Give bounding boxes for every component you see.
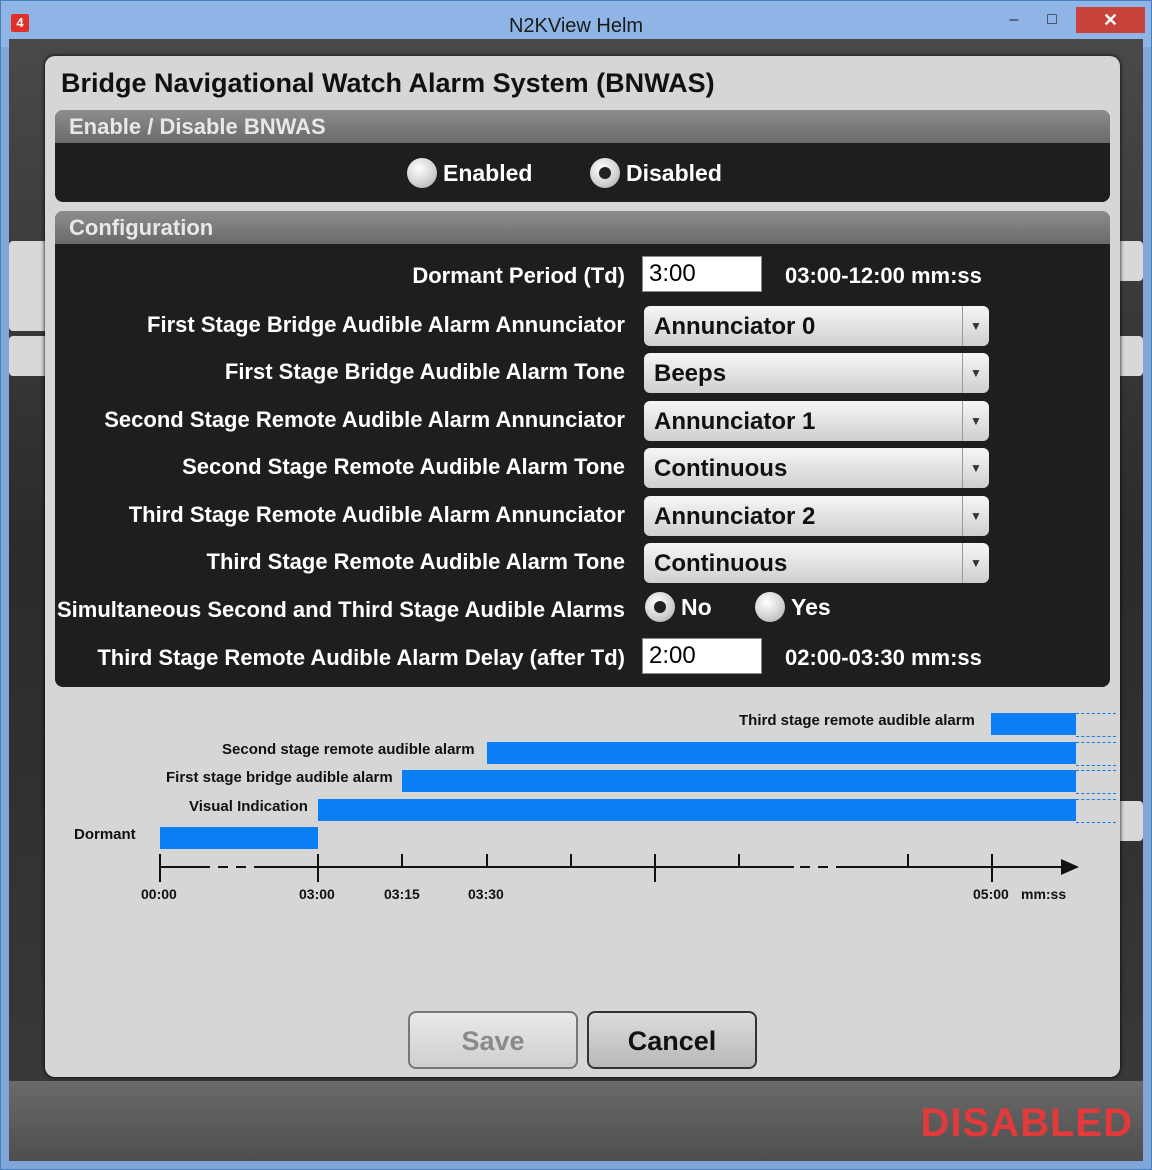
third-stage-tone-label: Third Stage Remote Audible Alarm Tone (206, 549, 625, 574)
dropdown-arrow-icon[interactable]: ▼ (962, 543, 989, 583)
disabled-radio[interactable]: Disabled (590, 158, 722, 188)
dormant-timeline-label: Dormant (74, 826, 136, 843)
configuration-panel-heading: Configuration (55, 211, 1110, 244)
bnwas-dialog: Bridge Navigational Watch Alarm System (… (45, 56, 1120, 1077)
simultaneous-no-label: No (681, 593, 712, 620)
first-stage-timeline-continuation (1076, 770, 1116, 794)
dormant-period-label: Dormant Period (Td) (412, 263, 625, 288)
timeline-tick (991, 854, 993, 882)
timeline-tick (570, 854, 572, 868)
timeline-axis-line-3 (836, 866, 1061, 868)
dropdown-arrow-icon[interactable]: ▼ (962, 448, 989, 488)
radio-selected-icon (645, 592, 675, 622)
second-stage-tone-label: Second Stage Remote Audible Alarm Tone (182, 454, 625, 479)
second-stage-annunciator-select[interactable]: Annunciator 1 ▼ (644, 401, 989, 441)
timeline-axis-dash-2 (236, 866, 246, 868)
second-stage-annunciator-label: Second Stage Remote Audible Alarm Annunc… (104, 407, 625, 432)
radio-unselected-icon (407, 158, 437, 188)
select-value: Annunciator 0 (654, 313, 816, 340)
side-tab-left-2 (9, 336, 49, 376)
third-stage-delay-input[interactable]: 2:00 (642, 638, 762, 674)
timeline-axis-dash-4 (818, 866, 828, 868)
simultaneous-yes-label: Yes (791, 593, 831, 620)
timeline-tick (654, 854, 656, 882)
bnwas-status-text: DISABLED (920, 1101, 1133, 1145)
enable-panel-heading: Enable / Disable BNWAS (55, 110, 1110, 143)
third-stage-annunciator-select[interactable]: Annunciator 2 ▼ (644, 496, 989, 536)
second-stage-timeline-continuation (1076, 742, 1116, 766)
visual-indication-timeline-continuation (1076, 799, 1116, 823)
third-stage-delay-label: Third Stage Remote Audible Alarm Delay (… (97, 645, 625, 670)
simultaneous-alarms-label: Simultaneous Second and Third Stage Audi… (56, 597, 625, 622)
select-value: Continuous (654, 455, 788, 482)
third-stage-timeline-continuation (1076, 713, 1116, 737)
dropdown-arrow-icon[interactable]: ▼ (962, 306, 989, 346)
tick-label-00-00: 00:00 (141, 886, 177, 902)
dropdown-arrow-icon[interactable]: ▼ (962, 353, 989, 393)
timeline-axis-line-2 (254, 866, 794, 868)
dialog-title: Bridge Navigational Watch Alarm System (… (61, 68, 715, 98)
third-stage-timeline-bar (991, 713, 1076, 735)
tick-label-03-00: 03:00 (299, 886, 335, 902)
timeline-axis-dash-1 (218, 866, 228, 868)
simultaneous-yes-radio[interactable]: Yes (755, 592, 831, 622)
dormant-period-hint: 03:00-12:00 mm:ss (785, 263, 982, 288)
second-stage-timeline-label: Second stage remote audible alarm (222, 741, 475, 758)
timeline-arrow-icon (1061, 859, 1079, 875)
select-value: Beeps (654, 360, 727, 387)
simultaneous-no-radio[interactable]: No (645, 592, 712, 622)
dormant-timeline-bar (160, 827, 318, 849)
visual-indication-timeline-bar (318, 799, 1076, 821)
maximize-button[interactable]: □ (1037, 7, 1067, 33)
cancel-button[interactable]: Cancel (587, 1011, 757, 1069)
window-title: N2KView Helm (508, 15, 644, 37)
app-window: 4 N2KView Helm – □ ✕ DISABLED Bridge Nav… (0, 0, 1152, 1170)
tick-label-03-30: 03:30 (468, 886, 504, 902)
select-value: Annunciator 2 (654, 503, 816, 530)
timeline-tick (159, 854, 161, 882)
first-stage-annunciator-label: First Stage Bridge Audible Alarm Annunci… (147, 312, 625, 337)
visual-indication-timeline-label: Visual Indication (189, 798, 308, 815)
third-stage-delay-hint: 02:00-03:30 mm:ss (785, 645, 982, 670)
timeline-axis-line-1 (160, 866, 210, 868)
tick-label-05-00: 05:00 (973, 886, 1009, 902)
configuration-panel: Configuration Dormant Period (Td) 3:00 0… (55, 211, 1110, 687)
second-stage-timeline-bar (487, 742, 1076, 764)
first-stage-timeline-bar (402, 770, 1076, 792)
third-stage-tone-select[interactable]: Continuous ▼ (644, 543, 989, 583)
timeline-tick (738, 854, 740, 868)
select-value: Annunciator 1 (654, 408, 816, 435)
first-stage-timeline-label: First stage bridge audible alarm (166, 769, 393, 786)
tick-label-03-15: 03:15 (384, 886, 420, 902)
enabled-radio-label: Enabled (443, 159, 533, 186)
radio-unselected-icon (755, 592, 785, 622)
enabled-radio[interactable]: Enabled (407, 158, 532, 188)
first-stage-annunciator-select[interactable]: Annunciator 0 ▼ (644, 306, 989, 346)
third-stage-annunciator-label: Third Stage Remote Audible Alarm Annunci… (128, 502, 625, 527)
dormant-period-input[interactable]: 3:00 (642, 256, 762, 292)
dropdown-arrow-icon[interactable]: ▼ (962, 401, 989, 441)
timeline-tick (317, 854, 319, 882)
first-stage-tone-label: First Stage Bridge Audible Alarm Tone (224, 359, 625, 384)
enable-panel: Enable / Disable BNWAS Enabled Disabled (55, 110, 1110, 202)
third-stage-timeline-label: Third stage remote audible alarm (739, 712, 975, 729)
disabled-radio-label: Disabled (626, 159, 722, 186)
close-button[interactable]: ✕ (1076, 7, 1145, 33)
radio-selected-icon (590, 158, 620, 188)
select-value: Continuous (654, 550, 788, 577)
first-stage-tone-select[interactable]: Beeps ▼ (644, 353, 989, 393)
timeline-tick (401, 854, 403, 868)
timeline-tick (907, 854, 909, 868)
timeline-axis-dash-3 (800, 866, 810, 868)
dropdown-arrow-icon[interactable]: ▼ (962, 496, 989, 536)
timeline-tick (486, 854, 488, 868)
second-stage-tone-select[interactable]: Continuous ▼ (644, 448, 989, 488)
save-button[interactable]: Save (408, 1011, 578, 1069)
tick-unit-label: mm:ss (1021, 886, 1067, 902)
minimize-button[interactable]: – (999, 7, 1029, 33)
side-tab-left-1 (9, 241, 49, 331)
